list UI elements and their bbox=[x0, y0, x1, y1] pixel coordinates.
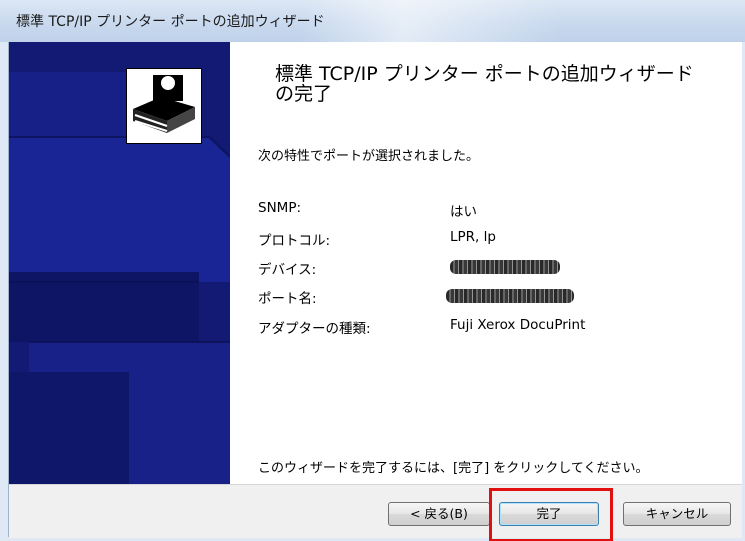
property-row-port-name: ポート名: bbox=[258, 287, 574, 307]
button-bar: < 戻る(B) 完了 キャンセル bbox=[9, 484, 742, 541]
redacted-port-name-value bbox=[446, 289, 574, 303]
wizard-banner bbox=[9, 42, 230, 484]
property-row-protocol: プロトコル: LPR, lp bbox=[258, 229, 496, 249]
property-row-adapter: アダプターの種類: Fuji Xerox DocuPrint bbox=[258, 317, 585, 337]
back-button[interactable]: < 戻る(B) bbox=[388, 502, 490, 526]
property-label: プロトコル: bbox=[258, 233, 331, 249]
redacted-device-value bbox=[450, 260, 560, 274]
property-value: Fuji Xerox DocuPrint bbox=[450, 317, 586, 333]
property-row-device: デバイス: bbox=[258, 258, 560, 278]
property-label: ポート名: bbox=[258, 291, 317, 307]
property-label: SNMP: bbox=[258, 200, 302, 216]
wizard-window: 標準 TCP/IP プリンター ポートの追加ウィザード 標準 TCP/IP プリ… bbox=[0, 0, 745, 541]
printer-port-icon bbox=[126, 68, 202, 144]
property-label: アダプターの種類: bbox=[258, 321, 371, 337]
property-row-snmp: SNMP: はい bbox=[258, 200, 477, 220]
cancel-button[interactable]: キャンセル bbox=[623, 502, 731, 526]
page-heading: 標準 TCP/IP プリンター ポートの追加ウィザード の完了 bbox=[275, 63, 694, 105]
property-label: デバイス: bbox=[258, 262, 317, 278]
property-value: LPR, lp bbox=[450, 229, 496, 245]
intro-text: 次の特性でポートが選択されました。 bbox=[258, 149, 480, 164]
title-bar-glare bbox=[300, 0, 560, 42]
window-title: 標準 TCP/IP プリンター ポートの追加ウィザード bbox=[16, 14, 325, 30]
wizard-client-area: 標準 TCP/IP プリンター ポートの追加ウィザード の完了 次の特性でポート… bbox=[8, 42, 742, 541]
property-value: はい bbox=[450, 204, 477, 220]
finish-instructions: このウィザードを完了するには、[完了] をクリックしてください。 bbox=[258, 461, 649, 476]
finish-button-highlight bbox=[489, 488, 613, 541]
wizard-content: 標準 TCP/IP プリンター ポートの追加ウィザード の完了 次の特性でポート… bbox=[230, 42, 742, 484]
title-bar: 標準 TCP/IP プリンター ポートの追加ウィザード bbox=[0, 0, 745, 42]
